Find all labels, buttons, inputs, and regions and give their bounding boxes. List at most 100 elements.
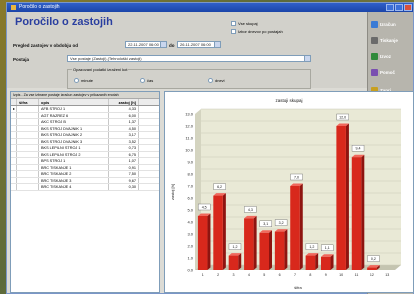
- y-tick-label: 11.0: [186, 136, 194, 141]
- table-cell: [17, 119, 39, 125]
- bar: [321, 256, 331, 270]
- bar-chart: zastoji skupaj 0.0 1.0 2.0 3.0 4.0 5.0 6.0 7.0 8.…: [170, 98, 401, 290]
- help-button[interactable]: Pomoč: [371, 66, 411, 79]
- table-cell: 0,73: [109, 145, 139, 151]
- y-axis-label: zastoj [h]: [170, 184, 175, 200]
- radio-button[interactable]: [140, 78, 145, 83]
- data-label: 0,2: [371, 257, 376, 261]
- radio-button[interactable]: [74, 78, 79, 83]
- y-tick-label: 4.0: [187, 220, 193, 225]
- table-cell: BKS STROJ DVAJNIK 3: [39, 138, 109, 144]
- page-title: Poročilo o zastojih: [15, 16, 113, 28]
- bar: [351, 157, 362, 270]
- table-cell: 3,17: [109, 132, 139, 138]
- export-button[interactable]: Izvoz: [371, 50, 411, 63]
- date-to-field[interactable]: 26.11.2007 06:00: [177, 41, 221, 48]
- station-value: Vse postaje (Zastoji),(Tehnološki zastoj…: [70, 56, 142, 61]
- x-tick-label: 3: [232, 273, 234, 277]
- checkbox[interactable]: [231, 21, 236, 26]
- bar-side: [253, 215, 257, 270]
- x-tick-label: 9: [325, 273, 327, 277]
- table-cell: 4,50: [109, 125, 139, 131]
- x-tick-label: 8: [309, 273, 311, 277]
- station-select[interactable]: Vse postaje (Zastoji),(Tehnološki zastoj…: [67, 55, 311, 62]
- close-button[interactable]: [404, 4, 412, 11]
- results-grid[interactable]: Izpis - Za vse izbrane postaje izračun z…: [10, 91, 160, 293]
- printer-icon: [371, 37, 378, 44]
- x-tick-label: 2: [217, 273, 219, 277]
- export-label: Izvoz: [380, 54, 392, 59]
- y-tick-label: 2.0: [187, 244, 193, 249]
- radio-minutes[interactable]: minute: [74, 78, 93, 83]
- date-from-field[interactable]: 22.11.2007 06:00: [125, 41, 167, 48]
- x-tick-label: 10: [339, 273, 343, 277]
- radio-time-label: čas: [147, 78, 154, 83]
- export-icon: [371, 53, 378, 60]
- column-header[interactable]: opis: [39, 99, 109, 105]
- table-cell: AFB STROJ 1: [39, 106, 109, 112]
- calculator-icon: [371, 21, 378, 28]
- table-row[interactable]: BRC TISKANJE 4 0,30: [11, 184, 159, 191]
- bar-side: [269, 230, 272, 270]
- window-title: Poročilo o zastojih: [19, 4, 60, 10]
- minimize-button[interactable]: [386, 4, 394, 11]
- grid-caption: Izpis - Za vse izbrane postaje izračun z…: [11, 92, 159, 99]
- table-cell: [17, 184, 39, 190]
- table-cell: BKS LEPILNI STROJ 2: [39, 151, 109, 157]
- station-label: Postaja: [13, 57, 30, 62]
- table-cell: [17, 171, 39, 177]
- radio-days[interactable]: dnevi: [208, 78, 225, 83]
- chart-title: zastoji skupaj: [275, 98, 302, 103]
- bar-side: [222, 193, 226, 270]
- bar: [213, 195, 223, 270]
- check-days[interactable]: Izbor dnevov po postajah: [231, 29, 283, 34]
- table-cell: [17, 132, 39, 138]
- chevron-down-icon[interactable]: [304, 56, 310, 61]
- calculate-button[interactable]: Izračun: [371, 18, 411, 31]
- y-tick-label: 0.0: [187, 268, 193, 273]
- radio-button[interactable]: [208, 78, 213, 83]
- check-days-label: Izbor dnevov po postajah: [238, 29, 283, 34]
- y-tick-label: 5.0: [187, 208, 193, 213]
- chevron-down-icon[interactable]: [160, 42, 166, 47]
- column-header[interactable]: zastoj [h]: [109, 99, 139, 105]
- grid-header: šifra opis zastoj [h]: [11, 99, 159, 106]
- print-button[interactable]: Tiskanje: [371, 34, 411, 47]
- check-all-label: Vse skupaj: [238, 21, 258, 26]
- period-label: Pregled zastojev v obdobju od: [13, 43, 79, 48]
- table-cell: [17, 112, 39, 118]
- table-cell: 6,75: [109, 151, 139, 157]
- table-cell: BRC TISKANJE 1: [39, 164, 109, 170]
- x-axis-label: šifra: [294, 285, 302, 290]
- bar-side: [345, 123, 349, 270]
- maximize-button[interactable]: [395, 4, 403, 11]
- radio-time[interactable]: čas: [140, 78, 153, 83]
- chevron-down-icon[interactable]: [214, 42, 220, 47]
- table-cell: [17, 177, 39, 183]
- table-cell: [17, 158, 39, 164]
- data-label: 3,2: [279, 221, 284, 225]
- date-to-value: 26.11.2007 06:00: [180, 42, 211, 47]
- table-cell: BKS STROJ DVAJNIK 2: [39, 132, 109, 138]
- bar-side: [330, 254, 334, 270]
- table-cell: AKC STROJ B: [39, 119, 109, 125]
- table-cell: BRC TISKANJE 3: [39, 177, 109, 183]
- bar-side: [315, 253, 319, 270]
- app-icon: [11, 5, 16, 10]
- table-cell: 6,00: [109, 112, 139, 118]
- column-header[interactable]: šifra: [17, 99, 39, 105]
- check-all[interactable]: Vse skupaj: [231, 21, 258, 26]
- window-titlebar: Poročilo o zastojih: [7, 3, 413, 12]
- table-cell: BPS STROJ 1: [39, 158, 109, 164]
- bar: [197, 216, 208, 270]
- bar-side: [284, 229, 288, 270]
- units-group-label: Opazovani podatki izraženi kot: [72, 67, 129, 72]
- data-label: 1,2: [309, 245, 314, 249]
- table-cell: BKS STROJ DVAJNIK 1: [39, 125, 109, 131]
- checkbox[interactable]: [231, 29, 236, 34]
- table-cell: 7,50: [109, 171, 139, 177]
- bar: [228, 255, 239, 270]
- x-tick-label: 5: [263, 273, 265, 277]
- table-cell: 3,52: [109, 138, 139, 144]
- x-tick-label: 4: [248, 273, 250, 277]
